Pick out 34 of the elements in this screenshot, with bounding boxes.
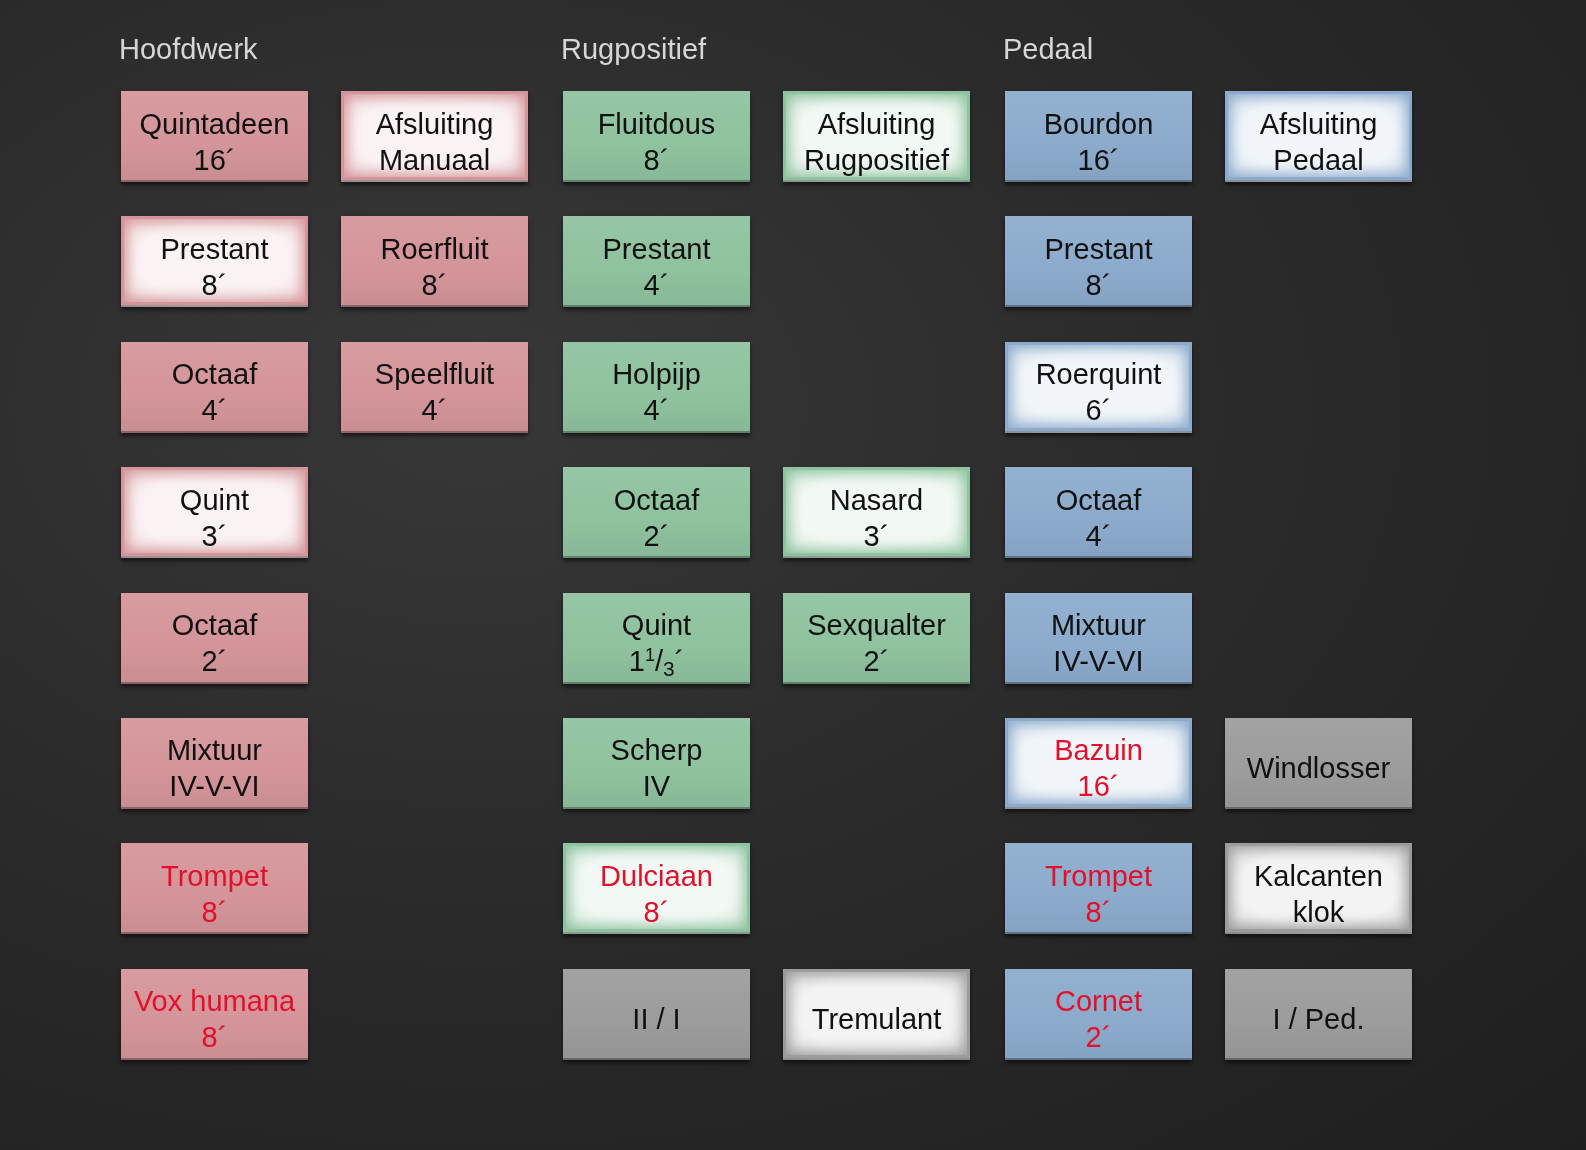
stop-button[interactable]: Quint 1$^{1}$/$_{3}$´ (563, 592, 750, 684)
stop-button[interactable]: Afsluiting Pedaal (1225, 91, 1412, 182)
stop-button[interactable]: Mixtuur IV-V-VI (121, 717, 308, 809)
stop-button[interactable]: Fluitdous 8´ (563, 91, 750, 182)
stop-button[interactable]: Prestant 8´ (1005, 216, 1192, 308)
stop-button[interactable]: Octaaf 4´ (1005, 467, 1192, 559)
stop-button[interactable]: Mixtuur IV-V-VI (1005, 592, 1192, 684)
stop-button[interactable]: Kalcanten klok (1225, 843, 1412, 935)
stop-button[interactable]: Holpijp 4´ (563, 341, 750, 433)
stop-button[interactable]: Quint 3´ (121, 467, 308, 559)
stop-button[interactable]: Speelfluit 4´ (341, 341, 528, 433)
stop-button[interactable]: Scherp IV (563, 717, 750, 809)
stop-button[interactable]: Sexqualter 2´ (783, 592, 970, 684)
stop-button[interactable]: Prestant 4´ (563, 216, 750, 308)
stop-button[interactable]: Tremulant (783, 968, 970, 1060)
division-title: Hoofdwerk (119, 32, 258, 67)
division-title: Pedaal (1003, 32, 1094, 67)
stop-button[interactable]: II / I (563, 968, 750, 1060)
stop-button[interactable]: Octaaf 4´ (121, 341, 308, 433)
stop-button[interactable]: Nasard 3´ (783, 467, 970, 559)
stop-button[interactable]: Roerquint 6´ (1005, 341, 1192, 433)
stop-button[interactable]: Roerfluit 8´ (341, 216, 528, 308)
stop-button[interactable]: I / Ped. (1225, 968, 1412, 1060)
stop-button[interactable]: Dulciaan 8´ (563, 843, 750, 935)
stop-button[interactable]: Windlosser (1225, 717, 1412, 809)
stop-button[interactable]: Octaaf 2´ (121, 592, 308, 684)
stop-button[interactable]: Bourdon 16´ (1005, 91, 1192, 182)
stop-button[interactable]: Bazuin 16´ (1005, 717, 1192, 809)
stop-button[interactable]: Afsluiting Manuaal (341, 91, 528, 182)
stop-button[interactable]: Octaaf 2´ (563, 467, 750, 559)
division-title: Rugpositief (561, 32, 707, 67)
stop-button[interactable]: Afsluiting Rugpositief (783, 91, 970, 182)
stop-button[interactable]: Prestant 8´ (121, 216, 308, 308)
stop-button[interactable]: Quintadeen 16´ (121, 91, 308, 182)
